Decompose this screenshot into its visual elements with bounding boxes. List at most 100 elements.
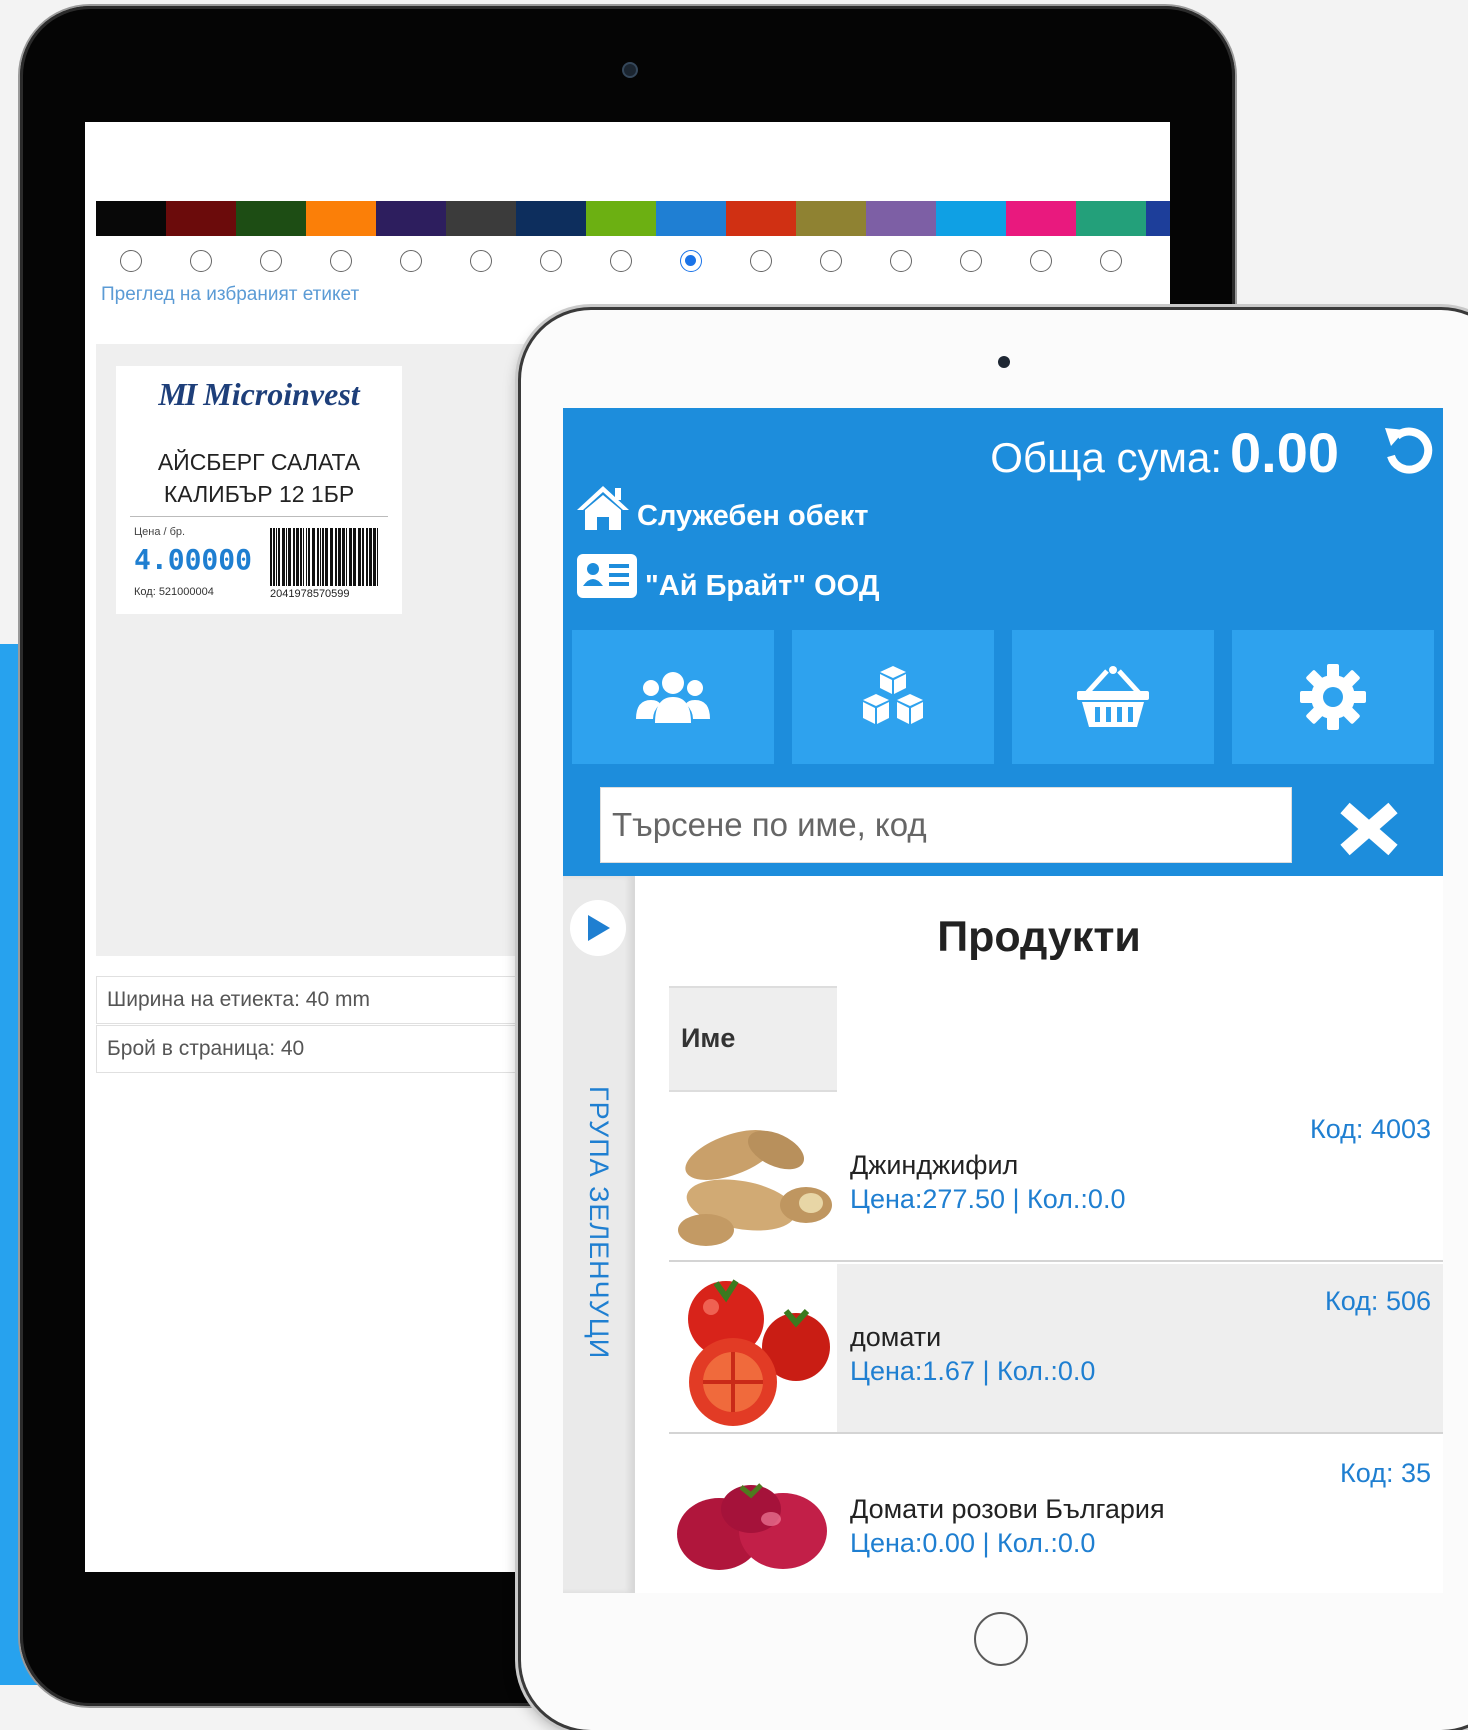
product-price-qty: Цена:0.00 | Кол.:0.0 (850, 1528, 1096, 1558)
product-row[interactable]: Домати розови България Цена:0.00 | Кол.:… (669, 1436, 1443, 1593)
color-swatch[interactable] (586, 201, 656, 236)
barcode-bar (300, 528, 302, 586)
color-swatch[interactable] (1076, 201, 1146, 236)
product-row[interactable]: домати Цена:1.67 | Кол.:0.0 Код: 506 (669, 1264, 1443, 1434)
product-code: Код: 35 (1340, 1458, 1431, 1488)
tomato-image (671, 1267, 835, 1429)
barcode-bar (362, 528, 364, 586)
color-swatch[interactable] (726, 201, 796, 236)
color-swatch[interactable] (866, 201, 936, 236)
color-radio[interactable] (866, 246, 936, 276)
color-radio[interactable] (516, 246, 586, 276)
color-swatch[interactable] (166, 201, 236, 236)
barcode-bar (358, 528, 361, 586)
settings-tile[interactable] (1232, 630, 1434, 764)
product-name: Домати розови България (850, 1494, 1165, 1524)
label-price-caption: Цена / бр. (134, 526, 186, 538)
color-radio[interactable] (1146, 246, 1170, 276)
gear-icon (1300, 664, 1366, 730)
customers-tile[interactable] (572, 630, 774, 764)
users-icon (636, 672, 710, 723)
color-swatch[interactable] (236, 201, 306, 236)
tablet-home-button[interactable] (974, 1612, 1028, 1666)
color-swatch[interactable] (516, 201, 586, 236)
color-radio[interactable] (376, 246, 446, 276)
label-price: 4.00000 (134, 543, 253, 576)
home-icon (577, 486, 629, 530)
color-radio[interactable] (446, 246, 516, 276)
product-row[interactable]: Джинджифил Цена:277.50 | Кол.:0.0 Код: 4… (669, 1092, 1443, 1262)
color-swatch-bar (96, 201, 1170, 236)
product-price-qty: Цена:277.50 | Кол.:0.0 (850, 1184, 1126, 1214)
product-price-qty: Цена:1.67 | Кол.:0.0 (850, 1356, 1096, 1386)
barcode-bar (353, 528, 356, 586)
site-name[interactable]: Служебен обект (637, 500, 868, 533)
expand-groups-button[interactable] (570, 900, 626, 956)
barcode-bar (349, 528, 352, 586)
label-divider (130, 516, 388, 517)
refresh-icon[interactable] (1381, 422, 1437, 478)
pos-screen: Обща сума: 0.00 Служебен обект "Ай Брайт"… (563, 408, 1443, 1593)
basket-tile[interactable] (1012, 630, 1214, 764)
barcode-bar (278, 528, 280, 586)
color-radio[interactable] (936, 246, 1006, 276)
color-swatch[interactable] (376, 201, 446, 236)
color-radio[interactable] (236, 246, 306, 276)
tablet-back-camera (622, 62, 638, 78)
brand-logo: MI Microinvest (158, 376, 360, 412)
barcode-bar (377, 528, 378, 586)
barcode-bar (342, 528, 345, 586)
label-product-title: АЙСБЕРГ САЛАТА КАЛИБЪР 12 1БР (157, 449, 361, 507)
barcode-bar (288, 528, 291, 586)
pos-header: Обща сума: 0.00 Служебен обект "Ай Брайт"… (563, 408, 1443, 876)
barcode-bar (322, 528, 324, 586)
barcode-bar (325, 528, 328, 586)
color-radio[interactable] (656, 246, 726, 276)
color-swatch[interactable] (1146, 201, 1170, 236)
company-name[interactable]: "Ай Брайт" ООД (645, 570, 880, 603)
close-icon[interactable] (1337, 800, 1401, 858)
color-radio[interactable] (726, 246, 796, 276)
color-swatch[interactable] (656, 201, 726, 236)
barcode-bar (306, 528, 307, 586)
barcode-bar (296, 528, 299, 586)
barcode-bar (330, 528, 333, 586)
product-name: домати (850, 1322, 942, 1352)
color-swatch[interactable] (796, 201, 866, 236)
color-radio[interactable] (166, 246, 236, 276)
color-radio[interactable] (306, 246, 376, 276)
color-radio[interactable] (96, 246, 166, 276)
price-label-card: MI Microinvest АЙСБЕРГ САЛАТА КАЛИБЪР 12 … (116, 366, 402, 614)
total-value: 0.00 (1230, 421, 1339, 484)
barcode-bar (286, 528, 287, 586)
preview-selected-label-link[interactable]: Преглед на избраният етикет (101, 284, 359, 306)
barcode-bar (320, 528, 321, 586)
color-radio[interactable] (1076, 246, 1146, 276)
products-tile[interactable] (792, 630, 994, 764)
color-swatch[interactable] (936, 201, 1006, 236)
color-radio-group (96, 246, 1170, 276)
basket-icon (1077, 666, 1149, 727)
color-swatch[interactable] (446, 201, 516, 236)
color-radio[interactable] (796, 246, 866, 276)
play-icon (588, 915, 610, 941)
barcode-bar (335, 528, 337, 586)
column-header-name[interactable]: Име (669, 986, 837, 1092)
barcode-bar (373, 528, 376, 586)
product-group-label[interactable]: ГРУПА ЗЕЛЕНЧУЦИ (583, 1086, 614, 1359)
total-label: Обща сума: (990, 434, 1222, 481)
pink-tomato-image (671, 1439, 835, 1593)
color-radio[interactable] (1006, 246, 1076, 276)
color-swatch[interactable] (306, 201, 376, 236)
product-name: Джинджифил (850, 1150, 1019, 1180)
barcode-bar (308, 528, 310, 586)
main-menu-tiles (572, 630, 1434, 764)
color-swatch[interactable] (96, 201, 166, 236)
search-input[interactable]: Търсене по име, код (600, 787, 1292, 863)
barcode-bar (317, 528, 319, 586)
barcode-bar (312, 528, 315, 586)
barcode-bar (270, 528, 272, 586)
color-swatch[interactable] (1006, 201, 1076, 236)
product-code: Код: 506 (1325, 1286, 1431, 1316)
color-radio[interactable] (586, 246, 656, 276)
